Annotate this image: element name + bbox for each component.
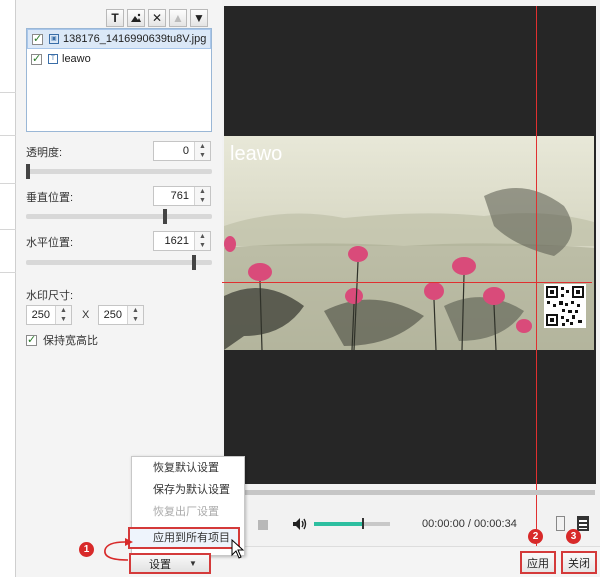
vertical-position-stepper[interactable]: 761 ▲ ▼	[153, 186, 211, 206]
width-value: 250	[31, 309, 50, 321]
add-image-watermark-button[interactable]	[127, 9, 145, 27]
step-badge-2: 2	[528, 529, 543, 544]
total-time: 00:00:34	[474, 518, 517, 530]
stepper-down-icon[interactable]: ▼	[195, 241, 210, 250]
stepper-up-icon[interactable]: ▲	[195, 232, 210, 241]
watermark-size-label: 水印尺寸:	[26, 290, 74, 302]
volume-handle[interactable]	[362, 518, 365, 529]
horizontal-position-label: 水平位置:	[26, 237, 74, 249]
list-item[interactable]: T leawo	[27, 49, 211, 69]
divider	[0, 135, 16, 136]
item-label: 138176_1416990639tu8V.jpg	[63, 33, 207, 45]
item-checkbox[interactable]	[32, 32, 43, 45]
close-icon: ✕	[151, 11, 163, 25]
item-checkbox[interactable]	[31, 52, 42, 65]
video-preview-area: leawo	[222, 0, 600, 546]
video-image: leawo	[224, 136, 594, 350]
stepper-up-icon[interactable]: ▲	[128, 306, 143, 315]
transparency-slider[interactable]	[26, 164, 212, 179]
vertical-guide-line	[536, 6, 537, 547]
stepper-up-icon[interactable]: ▲	[56, 306, 71, 315]
film-strip-icon[interactable]	[577, 516, 589, 531]
height-value: 250	[103, 309, 122, 321]
text-icon: T	[111, 11, 119, 25]
step-badge-3: 3	[566, 529, 581, 544]
divider	[0, 272, 16, 273]
playback-progress-bar[interactable]	[224, 490, 595, 495]
keep-ratio-option[interactable]: 保持宽高比	[26, 332, 98, 348]
menu-item-apply-to-all[interactable]: 应用到所有项目	[128, 527, 240, 549]
vertical-position-slider[interactable]	[26, 209, 212, 224]
settings-button-label: 设置	[149, 558, 171, 571]
stepper-down-icon[interactable]: ▼	[195, 151, 210, 160]
delete-watermark-button[interactable]: ✕	[148, 9, 166, 27]
close-button[interactable]: 关闭	[561, 551, 597, 574]
split-view-icon[interactable]	[556, 516, 565, 531]
keep-ratio-checkbox[interactable]	[26, 333, 37, 346]
list-item[interactable]: ▣ 138176_1416990639tu8V.jpg	[27, 29, 211, 49]
slider-handle[interactable]	[26, 164, 30, 179]
video-frame: leawo	[224, 6, 596, 484]
vertical-position-value: 761	[170, 190, 189, 202]
step-badge-1: 1	[79, 542, 94, 557]
qr-code-watermark	[544, 284, 586, 328]
stop-button[interactable]	[258, 520, 268, 530]
time-display: 00:00:00 / 00:00:34	[422, 518, 517, 530]
move-down-button[interactable]: ▼	[190, 9, 208, 27]
height-stepper[interactable]: 250 ▲ ▼	[98, 305, 144, 325]
transparency-value: 0	[182, 145, 189, 157]
current-time: 00:00:00	[422, 518, 465, 530]
arrow-up-icon: ▲	[172, 11, 184, 25]
divider	[0, 92, 16, 93]
menu-item-save-as-default[interactable]: 保存为默认设置	[132, 479, 244, 501]
close-button-label: 关闭	[568, 557, 590, 570]
horizontal-position-slider[interactable]	[26, 255, 212, 270]
size-separator: X	[82, 309, 90, 321]
volume-icon[interactable]	[292, 517, 308, 531]
divider	[0, 229, 16, 230]
transparency-label: 透明度:	[26, 147, 63, 159]
settings-dropdown-menu: 恢复默认设置 保存为默认设置 恢复出厂设置 应用到所有项目	[128, 456, 245, 556]
watermark-list: ▣ 138176_1416990639tu8V.jpg T leawo	[26, 28, 212, 132]
slider-handle[interactable]	[163, 209, 167, 224]
stepper-up-icon[interactable]: ▲	[195, 187, 210, 196]
arrow-down-icon: ▼	[193, 11, 205, 25]
stepper-down-icon[interactable]: ▼	[128, 315, 143, 324]
width-stepper[interactable]: 250 ▲ ▼	[26, 305, 72, 325]
image-file-icon: ▣	[49, 34, 59, 44]
divider	[0, 183, 16, 184]
vertical-position-label: 垂直位置:	[26, 192, 74, 204]
item-label: leawo	[62, 53, 91, 65]
volume-level-fill	[314, 522, 364, 526]
image-icon	[131, 13, 141, 22]
left-edge-panel	[0, 0, 16, 577]
time-separator: /	[467, 518, 471, 530]
move-up-button[interactable]: ▲	[169, 9, 187, 27]
menu-item-restore-factory[interactable]: 恢复出厂设置	[132, 501, 244, 523]
horizontal-position-value: 1621	[164, 235, 189, 247]
settings-button[interactable]: 设置 ▼	[129, 553, 211, 574]
chevron-down-icon: ▼	[189, 559, 197, 568]
stepper-down-icon[interactable]: ▼	[195, 196, 210, 205]
apply-button-label: 应用	[527, 557, 549, 570]
annotation-arrow	[104, 538, 133, 561]
keep-ratio-label: 保持宽高比	[43, 335, 98, 347]
stepper-up-icon[interactable]: ▲	[195, 142, 210, 151]
lotus-painting: leawo	[224, 136, 594, 350]
text-watermark-icon: T	[48, 54, 58, 64]
slider-handle[interactable]	[192, 255, 196, 270]
transparency-stepper[interactable]: 0 ▲ ▼	[153, 141, 211, 161]
apply-button[interactable]: 应用	[520, 551, 556, 574]
add-text-watermark-button[interactable]: T	[106, 9, 124, 27]
watermark-text-preview: leawo	[230, 143, 282, 165]
menu-item-restore-default[interactable]: 恢复默认设置	[132, 457, 244, 479]
volume-slider[interactable]	[314, 518, 390, 529]
stepper-down-icon[interactable]: ▼	[56, 315, 71, 324]
horizontal-position-stepper[interactable]: 1621 ▲ ▼	[153, 231, 211, 251]
mouse-cursor-icon	[231, 539, 245, 559]
watermark-toolbar: T ✕ ▲ ▼	[106, 9, 208, 27]
